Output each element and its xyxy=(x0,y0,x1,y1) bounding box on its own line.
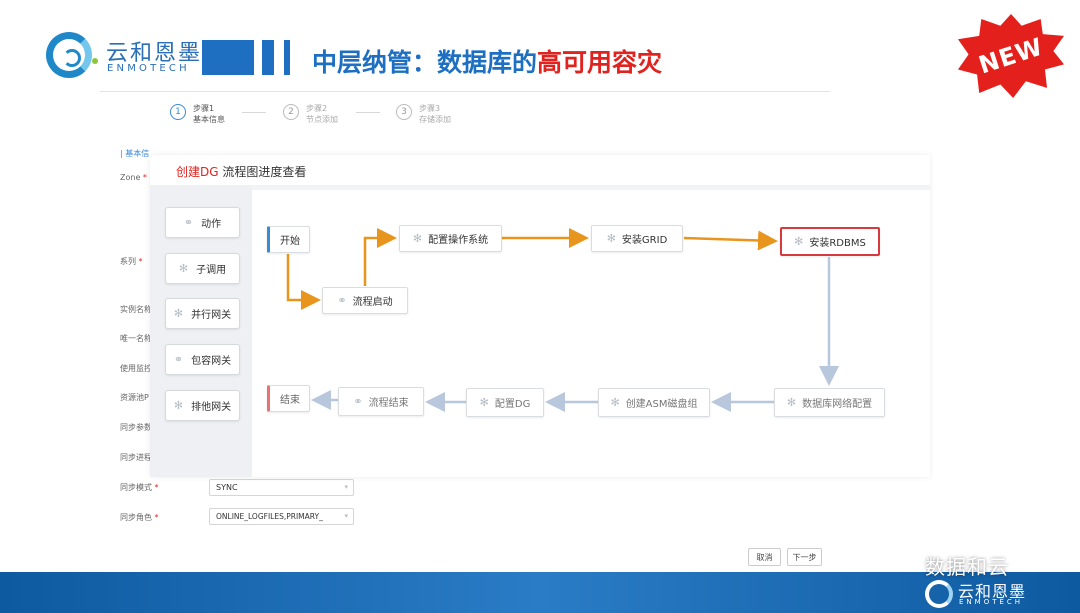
resource-pool-label: 资源池P xyxy=(120,393,149,402)
company-logo-icon xyxy=(46,32,92,78)
flow-node-config-dg[interactable]: ✻ 配置DG xyxy=(466,388,544,417)
spinner-icon: ✻ xyxy=(794,235,804,248)
slide: 云和恩墨 ENMOTECH 中层纳管：数据库的高可用容灾 NEW 1 步骤1 基本… xyxy=(0,0,1080,613)
sync-mode-label: 同步模式 * xyxy=(120,483,159,492)
link-icon: ⚭ xyxy=(183,216,194,229)
step-3-number: 3 xyxy=(396,104,412,120)
step-1-number: 1 xyxy=(170,104,186,120)
cancel-button[interactable]: 取消 xyxy=(748,548,781,566)
spinner-icon: ✻ xyxy=(412,232,423,245)
palette-item-inclusive-gateway[interactable]: ⚭ 包容网关 xyxy=(165,344,240,375)
spinner-icon: ✻ xyxy=(786,396,797,409)
sync-mode-select[interactable]: SYNC ▾ xyxy=(209,479,354,496)
series-label: 系列 * xyxy=(120,257,143,266)
wechat-icon xyxy=(900,554,922,572)
form-section-header: | 基本信 xyxy=(120,149,150,158)
header-bar-2 xyxy=(262,40,274,75)
header-bar-3 xyxy=(284,40,290,75)
logo-dot-icon xyxy=(92,58,98,64)
step-3-sub: 存储添加 xyxy=(419,115,451,124)
spinner-icon: ✻ xyxy=(606,232,616,245)
header-bar-1 xyxy=(202,40,254,75)
watermark-text: 数据和云 xyxy=(925,555,1009,579)
spinner-icon: ✻ xyxy=(610,396,620,409)
step-2-number: 2 xyxy=(283,104,299,120)
step-3-label: 步骤3 xyxy=(419,104,441,113)
header-divider xyxy=(100,91,830,92)
next-button[interactable]: 下一步 xyxy=(787,548,822,566)
sync-role-select[interactable]: ONLINE_LOGFILES,PRIMARY_ ▾ xyxy=(209,508,354,525)
chevron-down-icon: ▾ xyxy=(344,512,348,520)
logo-text-en: ENMOTECH xyxy=(107,63,190,74)
step-1[interactable]: 1 步骤1 基本信息 xyxy=(170,103,225,125)
sync-role-label: 同步角色 * xyxy=(120,513,159,522)
monitor-label: 使用监控 xyxy=(120,364,152,373)
palette-item-subcall[interactable]: ✻ 子调用 xyxy=(165,253,240,284)
step-1-label: 步骤1 xyxy=(193,104,215,113)
flow-node-install-rdbms[interactable]: ✻ 安装RDBMS xyxy=(780,227,880,256)
slide-title: 中层纳管：数据库的高可用容灾 xyxy=(312,48,663,77)
spinner-icon: ✻ xyxy=(173,307,184,320)
step-connector xyxy=(356,112,380,113)
step-2-sub: 节点添加 xyxy=(306,115,338,124)
link-icon: ⚭ xyxy=(353,395,363,408)
flow-node-create-asm[interactable]: ✻ 创建ASM磁盘组 xyxy=(598,388,710,417)
flow-node-process-start[interactable]: ⚭ 流程启动 xyxy=(322,287,408,314)
chevron-down-icon: ▾ xyxy=(344,483,348,491)
step-3[interactable]: 3 步骤3 存储添加 xyxy=(396,103,451,125)
flow-node-start[interactable]: 开始 xyxy=(267,226,310,253)
new-badge: NEW xyxy=(958,14,1064,98)
slide-title-highlight: 高可用容灾 xyxy=(537,48,663,77)
modal-title: 创建DG 流程图进度查看 xyxy=(176,165,307,179)
palette-item-action[interactable]: ⚭ 动作 xyxy=(165,207,240,238)
step-1-sub: 基本信息 xyxy=(193,115,225,124)
unique-name-label: 唯一名称 xyxy=(120,334,152,343)
sync-param-label: 同步参数 xyxy=(120,423,152,432)
footer-logo-en: ENMOTECH xyxy=(959,598,1024,606)
step-2[interactable]: 2 步骤2 节点添加 xyxy=(283,103,338,125)
flow-node-config-os[interactable]: ✻ 配置操作系统 xyxy=(399,225,502,252)
palette-item-exclusive-gateway[interactable]: ✻ 排他网关 xyxy=(165,390,240,421)
spinner-icon: ✻ xyxy=(178,262,189,275)
instance-name-label: 实例名称 xyxy=(120,305,152,314)
step-2-label: 步骤2 xyxy=(306,104,328,113)
spinner-icon: ✻ xyxy=(173,399,184,412)
step-connector xyxy=(242,112,266,113)
flow-node-db-network[interactable]: ✻ 数据库网络配置 xyxy=(774,388,885,417)
link-icon: ⚭ xyxy=(337,294,347,307)
footer-logo-icon xyxy=(925,580,953,608)
palette-item-parallel-gateway[interactable]: ✻ 并行网关 xyxy=(165,298,240,329)
flow-node-install-grid[interactable]: ✻ 安装GRID xyxy=(591,225,683,252)
flow-node-end[interactable]: 结束 xyxy=(267,385,310,412)
footer-band xyxy=(0,572,1080,613)
sync-process-label: 同步进程 xyxy=(120,453,152,462)
flow-node-process-end[interactable]: ⚭ 流程结束 xyxy=(338,387,424,416)
link-icon: ⚭ xyxy=(173,353,184,366)
spinner-icon: ✻ xyxy=(479,396,489,409)
zone-label: Zone * xyxy=(120,173,147,182)
